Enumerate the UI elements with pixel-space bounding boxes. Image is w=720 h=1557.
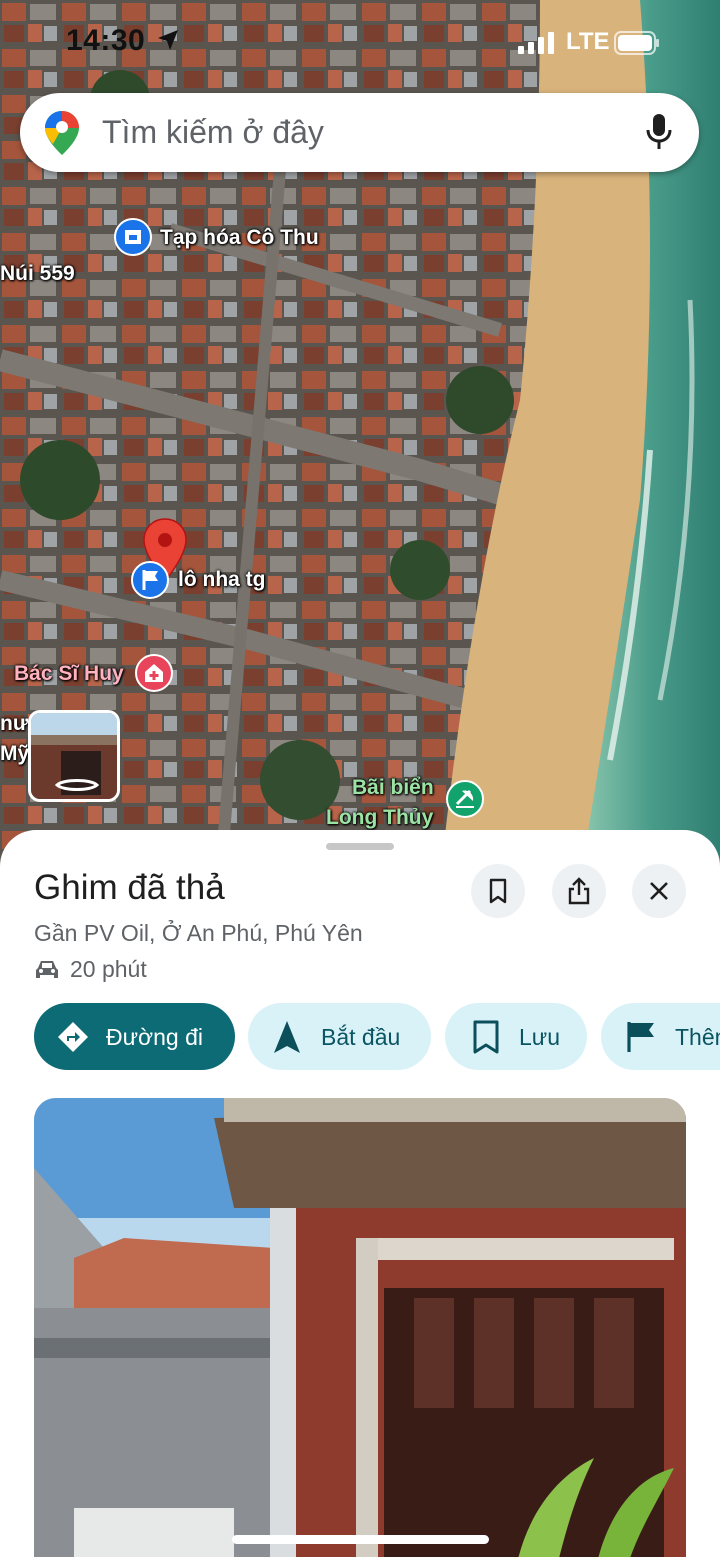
map-label-shop[interactable]: Tạp hóa Cô Thu: [160, 226, 319, 250]
streetview-thumbnail[interactable]: [28, 710, 120, 802]
flag-marker-icon[interactable]: [131, 561, 169, 599]
save-button[interactable]: Lưu: [445, 1003, 587, 1070]
status-bar: 14:30 LTE: [0, 0, 720, 88]
map-label-mountain[interactable]: Núi 559: [0, 262, 75, 286]
share-button[interactable]: [552, 864, 606, 918]
signal-icon: [518, 32, 554, 54]
place-title: Ghim đã thả: [34, 868, 225, 907]
place-sheet[interactable]: Ghim đã thả Gần PV Oil, Ở An Phú, Phú Yê…: [0, 830, 720, 1557]
mic-icon[interactable]: [646, 113, 672, 151]
start-label: Bắt đầu: [321, 1024, 401, 1050]
flag-icon: [627, 1022, 654, 1052]
street-photo-image: [34, 1098, 686, 1557]
drive-time: 20 phút: [70, 956, 147, 982]
shop-icon[interactable]: [114, 218, 152, 256]
map-label-doctor[interactable]: Bác Sĩ Huy: [14, 662, 124, 686]
search-input[interactable]: Tìm kiếm ở đây: [102, 114, 324, 151]
directions-label: Đường đi: [106, 1024, 203, 1050]
add-label-button[interactable]: Thêm nhãn: [601, 1003, 720, 1070]
directions-button[interactable]: Đường đi: [34, 1003, 235, 1070]
directions-icon: [58, 1022, 88, 1052]
bookmark-icon: [489, 878, 507, 904]
battery-icon: [614, 31, 659, 55]
map-label-beach-line1[interactable]: Bãi biển: [352, 776, 434, 800]
map-label-edge1: nư: [0, 712, 29, 735]
start-button[interactable]: Bắt đầu: [248, 1003, 431, 1070]
share-icon: [568, 877, 590, 905]
close-icon: [650, 882, 668, 900]
google-maps-pin-icon: [45, 111, 79, 155]
location-arrow-icon: [158, 30, 178, 50]
sheet-drag-handle[interactable]: [326, 843, 394, 850]
map-label-beach-line2[interactable]: Long Thủy: [326, 806, 433, 830]
medical-icon[interactable]: [135, 654, 173, 692]
street-view-photo[interactable]: [34, 1098, 686, 1557]
beach-icon[interactable]: [446, 780, 484, 818]
bookmark-icon: [473, 1020, 499, 1054]
home-indicator[interactable]: [232, 1535, 489, 1544]
status-time: 14:30: [66, 24, 146, 57]
navigation-arrow-icon: [274, 1021, 300, 1053]
network-type: LTE: [566, 28, 610, 55]
search-bar[interactable]: Tìm kiếm ở đây: [20, 93, 699, 172]
add-label-label: Thêm nhãn: [675, 1024, 720, 1050]
map-label-edge2: Mỹ: [0, 742, 30, 765]
save-label: Lưu: [519, 1024, 560, 1050]
bookmark-button[interactable]: [471, 864, 525, 918]
car-icon: [36, 961, 58, 978]
map-label-pin[interactable]: lô nha tg: [178, 568, 266, 592]
place-address: Gần PV Oil, Ở An Phú, Phú Yên: [34, 920, 363, 946]
close-button[interactable]: [632, 864, 686, 918]
